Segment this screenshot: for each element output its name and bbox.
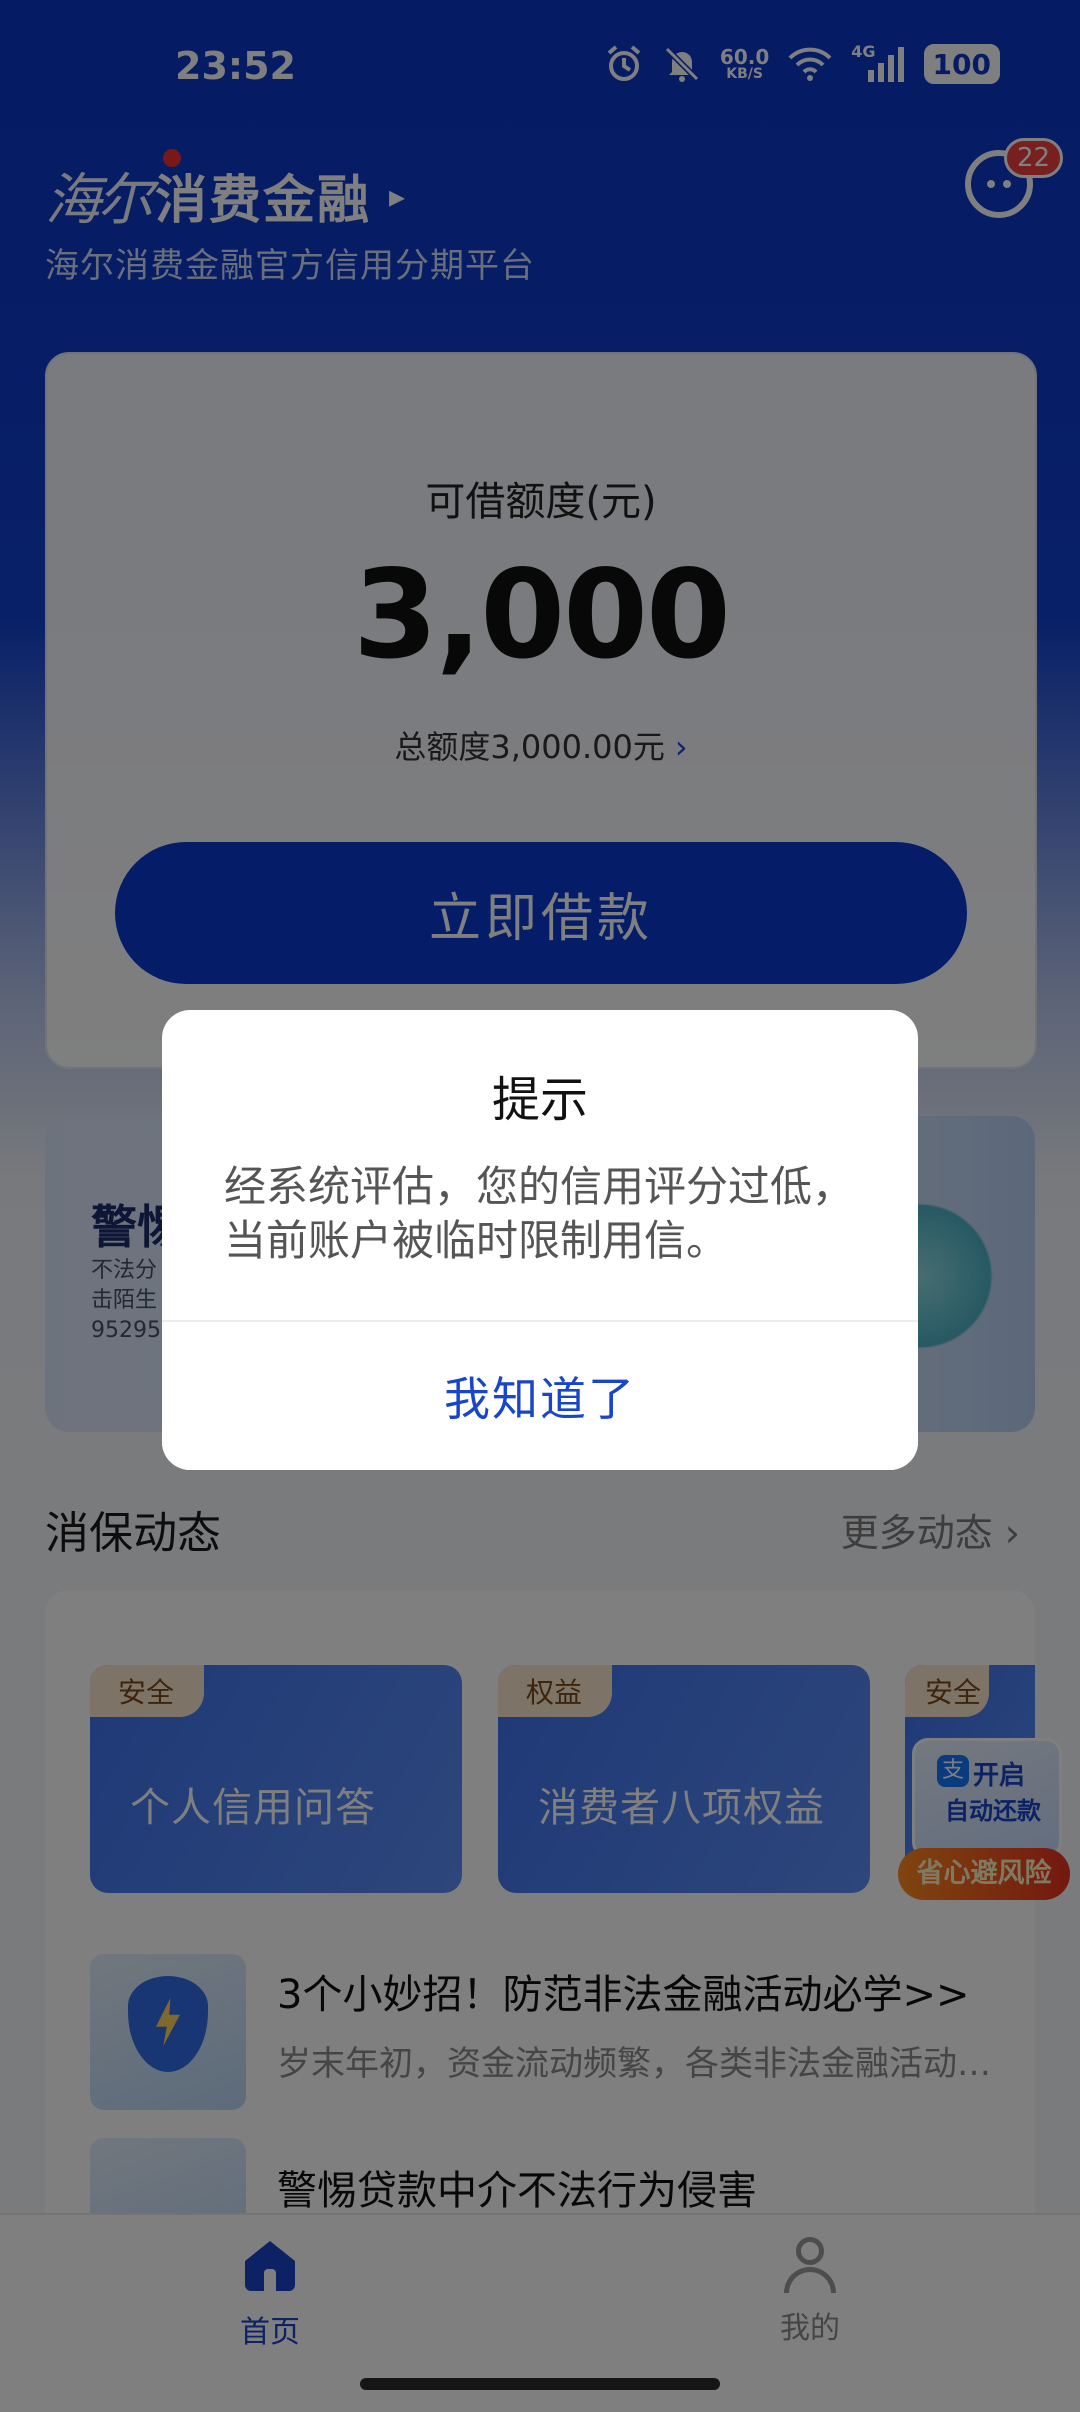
dialog-title: 提示 (491, 1072, 588, 1128)
alert-dialog: 提示 经系统评估，您的信用评分过低，当前账户被临时限制用信。 我知道了 (162, 1010, 918, 1470)
dialog-message: 经系统评估，您的信用评分过低，当前账户被临时限制用信。 (224, 1162, 855, 1265)
acknowledge-button[interactable]: 我知道了 (162, 1322, 918, 1470)
app-screen: 23:52 60.0KB/S 4G 100 海尔 消费金融 ▸ 海 (0, 0, 1080, 2412)
